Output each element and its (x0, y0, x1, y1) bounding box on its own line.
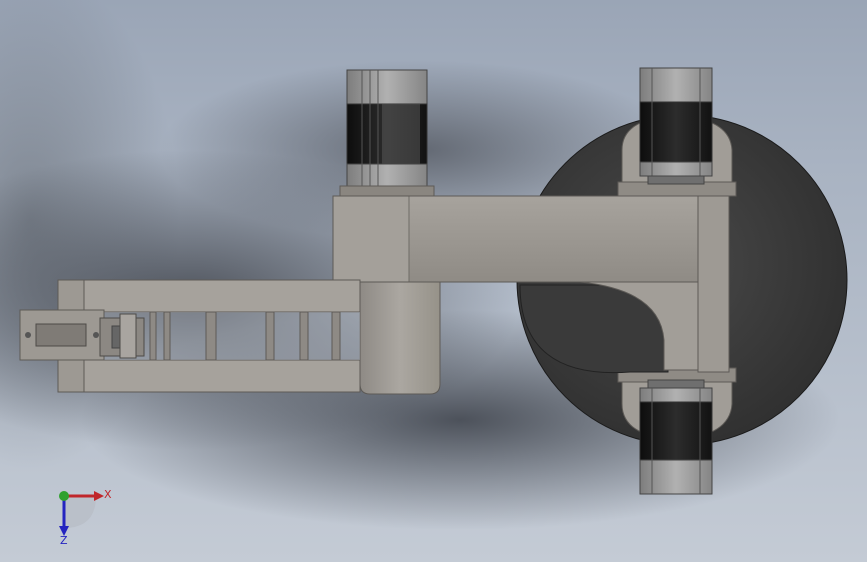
x-axis-arrowhead (94, 491, 104, 501)
graphics-viewport[interactable]: X Z (0, 0, 867, 562)
coordinate-triad: X Z (59, 488, 112, 547)
y-axis-dot (59, 491, 69, 501)
triad-quadrant (64, 496, 96, 528)
z-axis-label: Z (60, 534, 68, 547)
x-axis-label: X (104, 488, 112, 501)
